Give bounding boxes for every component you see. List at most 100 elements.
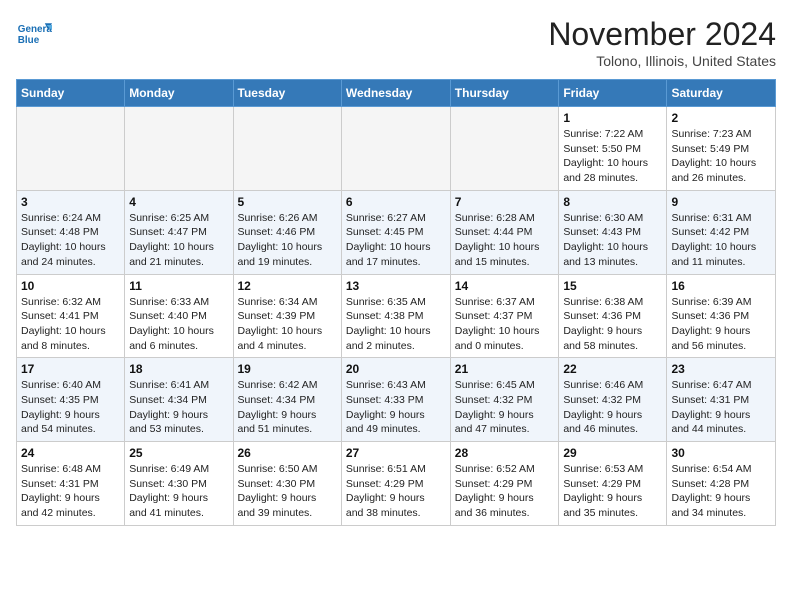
day-header-sunday: Sunday [17, 80, 125, 107]
day-number: 15 [563, 279, 662, 293]
calendar-cell: 14 Sunrise: 6:37 AMSunset: 4:37 PMDayligh… [450, 274, 559, 358]
day-number: 24 [21, 446, 120, 460]
day-number: 22 [563, 362, 662, 376]
calendar-cell: 16 Sunrise: 6:39 AMSunset: 4:36 PMDayligh… [667, 274, 776, 358]
calendar-cell: 9 Sunrise: 6:31 AMSunset: 4:42 PMDaylight… [667, 190, 776, 274]
day-info: Sunrise: 6:39 AMSunset: 4:36 PMDaylight:… [671, 295, 771, 354]
day-number: 7 [455, 195, 555, 209]
calendar-cell: 8 Sunrise: 6:30 AMSunset: 4:43 PMDaylight… [559, 190, 667, 274]
day-info: Sunrise: 6:47 AMSunset: 4:31 PMDaylight:… [671, 378, 771, 437]
day-number: 3 [21, 195, 120, 209]
day-number: 14 [455, 279, 555, 293]
calendar-week-row: 3 Sunrise: 6:24 AMSunset: 4:48 PMDaylight… [17, 190, 776, 274]
day-info: Sunrise: 7:23 AMSunset: 5:49 PMDaylight:… [671, 127, 771, 186]
month-title: November 2024 [548, 16, 776, 53]
calendar-cell: 28Sunrise: 6:52 AMSunset: 4:29 PMDayligh… [450, 442, 559, 526]
day-number: 26 [238, 446, 337, 460]
day-number: 9 [671, 195, 771, 209]
day-header-monday: Monday [125, 80, 233, 107]
day-info: Sunrise: 6:30 AMSunset: 4:43 PMDaylight:… [563, 211, 662, 270]
calendar-cell: 6Sunrise: 6:27 AMSunset: 4:45 PMDaylight… [341, 190, 450, 274]
day-number: 13 [346, 279, 446, 293]
calendar-cell [450, 107, 559, 191]
day-header-thursday: Thursday [450, 80, 559, 107]
day-info: Sunrise: 6:38 AMSunset: 4:36 PMDaylight:… [563, 295, 662, 354]
calendar-cell: 23 Sunrise: 6:47 AMSunset: 4:31 PMDayligh… [667, 358, 776, 442]
calendar-cell: 20 Sunrise: 6:43 AMSunset: 4:33 PMDayligh… [341, 358, 450, 442]
day-info: Sunrise: 6:43 AMSunset: 4:33 PMDaylight:… [346, 378, 446, 437]
day-number: 5 [238, 195, 337, 209]
day-info: Sunrise: 6:50 AMSunset: 4:30 PMDaylight:… [238, 462, 337, 521]
calendar-week-row: 17 Sunrise: 6:40 AMSunset: 4:35 PMDayligh… [17, 358, 776, 442]
day-number: 16 [671, 279, 771, 293]
day-info: Sunrise: 6:41 AMSunset: 4:34 PMDaylight:… [129, 378, 228, 437]
calendar: SundayMondayTuesdayWednesdayThursdayFrid… [16, 79, 776, 526]
calendar-week-row: 10Sunrise: 6:32 AMSunset: 4:41 PMDayligh… [17, 274, 776, 358]
calendar-cell: 1Sunrise: 7:22 AMSunset: 5:50 PMDaylight… [559, 107, 667, 191]
day-info: Sunrise: 6:45 AMSunset: 4:32 PMDaylight:… [455, 378, 555, 437]
location: Tolono, Illinois, United States [548, 53, 776, 69]
calendar-cell: 17 Sunrise: 6:40 AMSunset: 4:35 PMDayligh… [17, 358, 125, 442]
day-info: Sunrise: 6:24 AMSunset: 4:48 PMDaylight:… [21, 211, 120, 270]
day-number: 17 [21, 362, 120, 376]
day-number: 21 [455, 362, 555, 376]
day-info: Sunrise: 6:35 AMSunset: 4:38 PMDaylight:… [346, 295, 446, 354]
day-info: Sunrise: 6:46 AMSunset: 4:32 PMDaylight:… [563, 378, 662, 437]
calendar-cell: 13 Sunrise: 6:35 AMSunset: 4:38 PMDayligh… [341, 274, 450, 358]
svg-text:Blue: Blue [18, 35, 40, 46]
day-number: 8 [563, 195, 662, 209]
day-info: Sunrise: 6:25 AMSunset: 4:47 PMDaylight:… [129, 211, 228, 270]
calendar-week-row: 24Sunrise: 6:48 AMSunset: 4:31 PMDayligh… [17, 442, 776, 526]
day-number: 4 [129, 195, 228, 209]
calendar-cell: 21 Sunrise: 6:45 AMSunset: 4:32 PMDayligh… [450, 358, 559, 442]
day-number: 2 [671, 111, 771, 125]
day-header-wednesday: Wednesday [341, 80, 450, 107]
calendar-cell: 22 Sunrise: 6:46 AMSunset: 4:32 PMDayligh… [559, 358, 667, 442]
day-number: 30 [671, 446, 771, 460]
calendar-cell: 24Sunrise: 6:48 AMSunset: 4:31 PMDayligh… [17, 442, 125, 526]
day-header-friday: Friday [559, 80, 667, 107]
calendar-cell: 27Sunrise: 6:51 AMSunset: 4:29 PMDayligh… [341, 442, 450, 526]
day-info: Sunrise: 6:33 AMSunset: 4:40 PMDaylight:… [129, 295, 228, 354]
calendar-cell [17, 107, 125, 191]
day-info: Sunrise: 6:40 AMSunset: 4:35 PMDaylight:… [21, 378, 120, 437]
day-header-tuesday: Tuesday [233, 80, 341, 107]
title-block: November 2024 Tolono, Illinois, United S… [548, 16, 776, 69]
day-info: Sunrise: 6:34 AMSunset: 4:39 PMDaylight:… [238, 295, 337, 354]
day-number: 20 [346, 362, 446, 376]
day-number: 19 [238, 362, 337, 376]
calendar-cell [233, 107, 341, 191]
calendar-week-row: 1Sunrise: 7:22 AMSunset: 5:50 PMDaylight… [17, 107, 776, 191]
day-number: 18 [129, 362, 228, 376]
day-number: 23 [671, 362, 771, 376]
day-number: 27 [346, 446, 446, 460]
calendar-cell: 11 Sunrise: 6:33 AMSunset: 4:40 PMDayligh… [125, 274, 233, 358]
calendar-cell: 3 Sunrise: 6:24 AMSunset: 4:48 PMDaylight… [17, 190, 125, 274]
day-number: 25 [129, 446, 228, 460]
calendar-cell [125, 107, 233, 191]
logo: General Blue [16, 16, 52, 52]
day-header-saturday: Saturday [667, 80, 776, 107]
calendar-cell: 2 Sunrise: 7:23 AMSunset: 5:49 PMDaylight… [667, 107, 776, 191]
calendar-cell: 25 Sunrise: 6:49 AMSunset: 4:30 PMDayligh… [125, 442, 233, 526]
day-info: Sunrise: 6:54 AMSunset: 4:28 PMDaylight:… [671, 462, 771, 521]
calendar-cell: 19Sunrise: 6:42 AMSunset: 4:34 PMDayligh… [233, 358, 341, 442]
calendar-cell: 18 Sunrise: 6:41 AMSunset: 4:34 PMDayligh… [125, 358, 233, 442]
day-number: 28 [455, 446, 555, 460]
calendar-cell: 15 Sunrise: 6:38 AMSunset: 4:36 PMDayligh… [559, 274, 667, 358]
calendar-header-row: SundayMondayTuesdayWednesdayThursdayFrid… [17, 80, 776, 107]
day-info: Sunrise: 6:53 AMSunset: 4:29 PMDaylight:… [563, 462, 662, 521]
day-number: 1 [563, 111, 662, 125]
calendar-cell: 30 Sunrise: 6:54 AMSunset: 4:28 PMDayligh… [667, 442, 776, 526]
calendar-cell [341, 107, 450, 191]
calendar-cell: 7 Sunrise: 6:28 AMSunset: 4:44 PMDaylight… [450, 190, 559, 274]
day-info: Sunrise: 6:27 AMSunset: 4:45 PMDaylight:… [346, 211, 446, 270]
day-info: Sunrise: 6:49 AMSunset: 4:30 PMDaylight:… [129, 462, 228, 521]
day-number: 11 [129, 279, 228, 293]
day-info: Sunrise: 6:37 AMSunset: 4:37 PMDaylight:… [455, 295, 555, 354]
logo-icon: General Blue [16, 16, 52, 52]
day-info: Sunrise: 6:28 AMSunset: 4:44 PMDaylight:… [455, 211, 555, 270]
day-info: Sunrise: 6:26 AMSunset: 4:46 PMDaylight:… [238, 211, 337, 270]
calendar-cell: 5 Sunrise: 6:26 AMSunset: 4:46 PMDaylight… [233, 190, 341, 274]
day-info: Sunrise: 6:31 AMSunset: 4:42 PMDaylight:… [671, 211, 771, 270]
